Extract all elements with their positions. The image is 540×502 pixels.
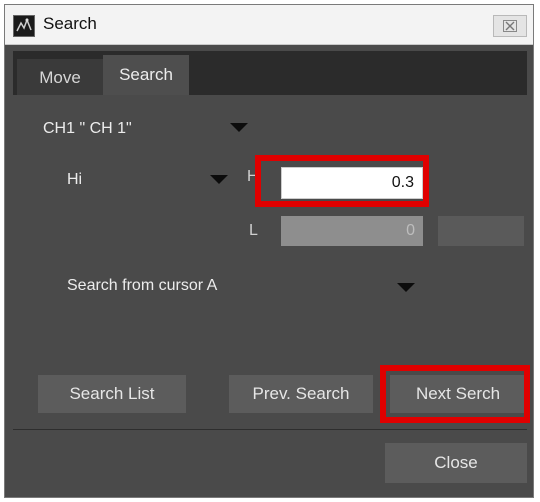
window-title: Search [43,14,97,33]
title-bar[interactable]: Search [5,5,533,45]
next-search-highlight [380,365,530,423]
tab-search[interactable]: Search [103,55,189,95]
close-window-button[interactable] [493,15,527,37]
l-label: L [249,222,258,239]
tab-move[interactable]: Move [17,59,103,95]
channel-select-value: CH1 " CH 1" [43,120,132,137]
close-button[interactable]: Close [385,443,527,483]
mode-select-value: Hi [67,171,83,188]
chevron-down-icon [230,123,248,132]
search-list-button[interactable]: Search List [38,375,186,413]
tab-bar: Move Search [13,51,527,95]
chevron-down-icon [397,283,415,292]
app-icon [13,15,35,37]
l-value-field[interactable]: 0 [281,216,423,246]
divider [13,429,527,430]
prev-search-button[interactable]: Prev. Search [229,375,373,413]
search-dialog: Search Move Search CH1 " CH 1" Hi H 0.3 … [4,4,534,498]
chevron-down-icon [210,175,228,184]
l-extra-box [438,216,524,246]
h-field-highlight [255,155,429,207]
close-icon [503,17,517,36]
search-start-value: Search from cursor A [67,277,218,294]
